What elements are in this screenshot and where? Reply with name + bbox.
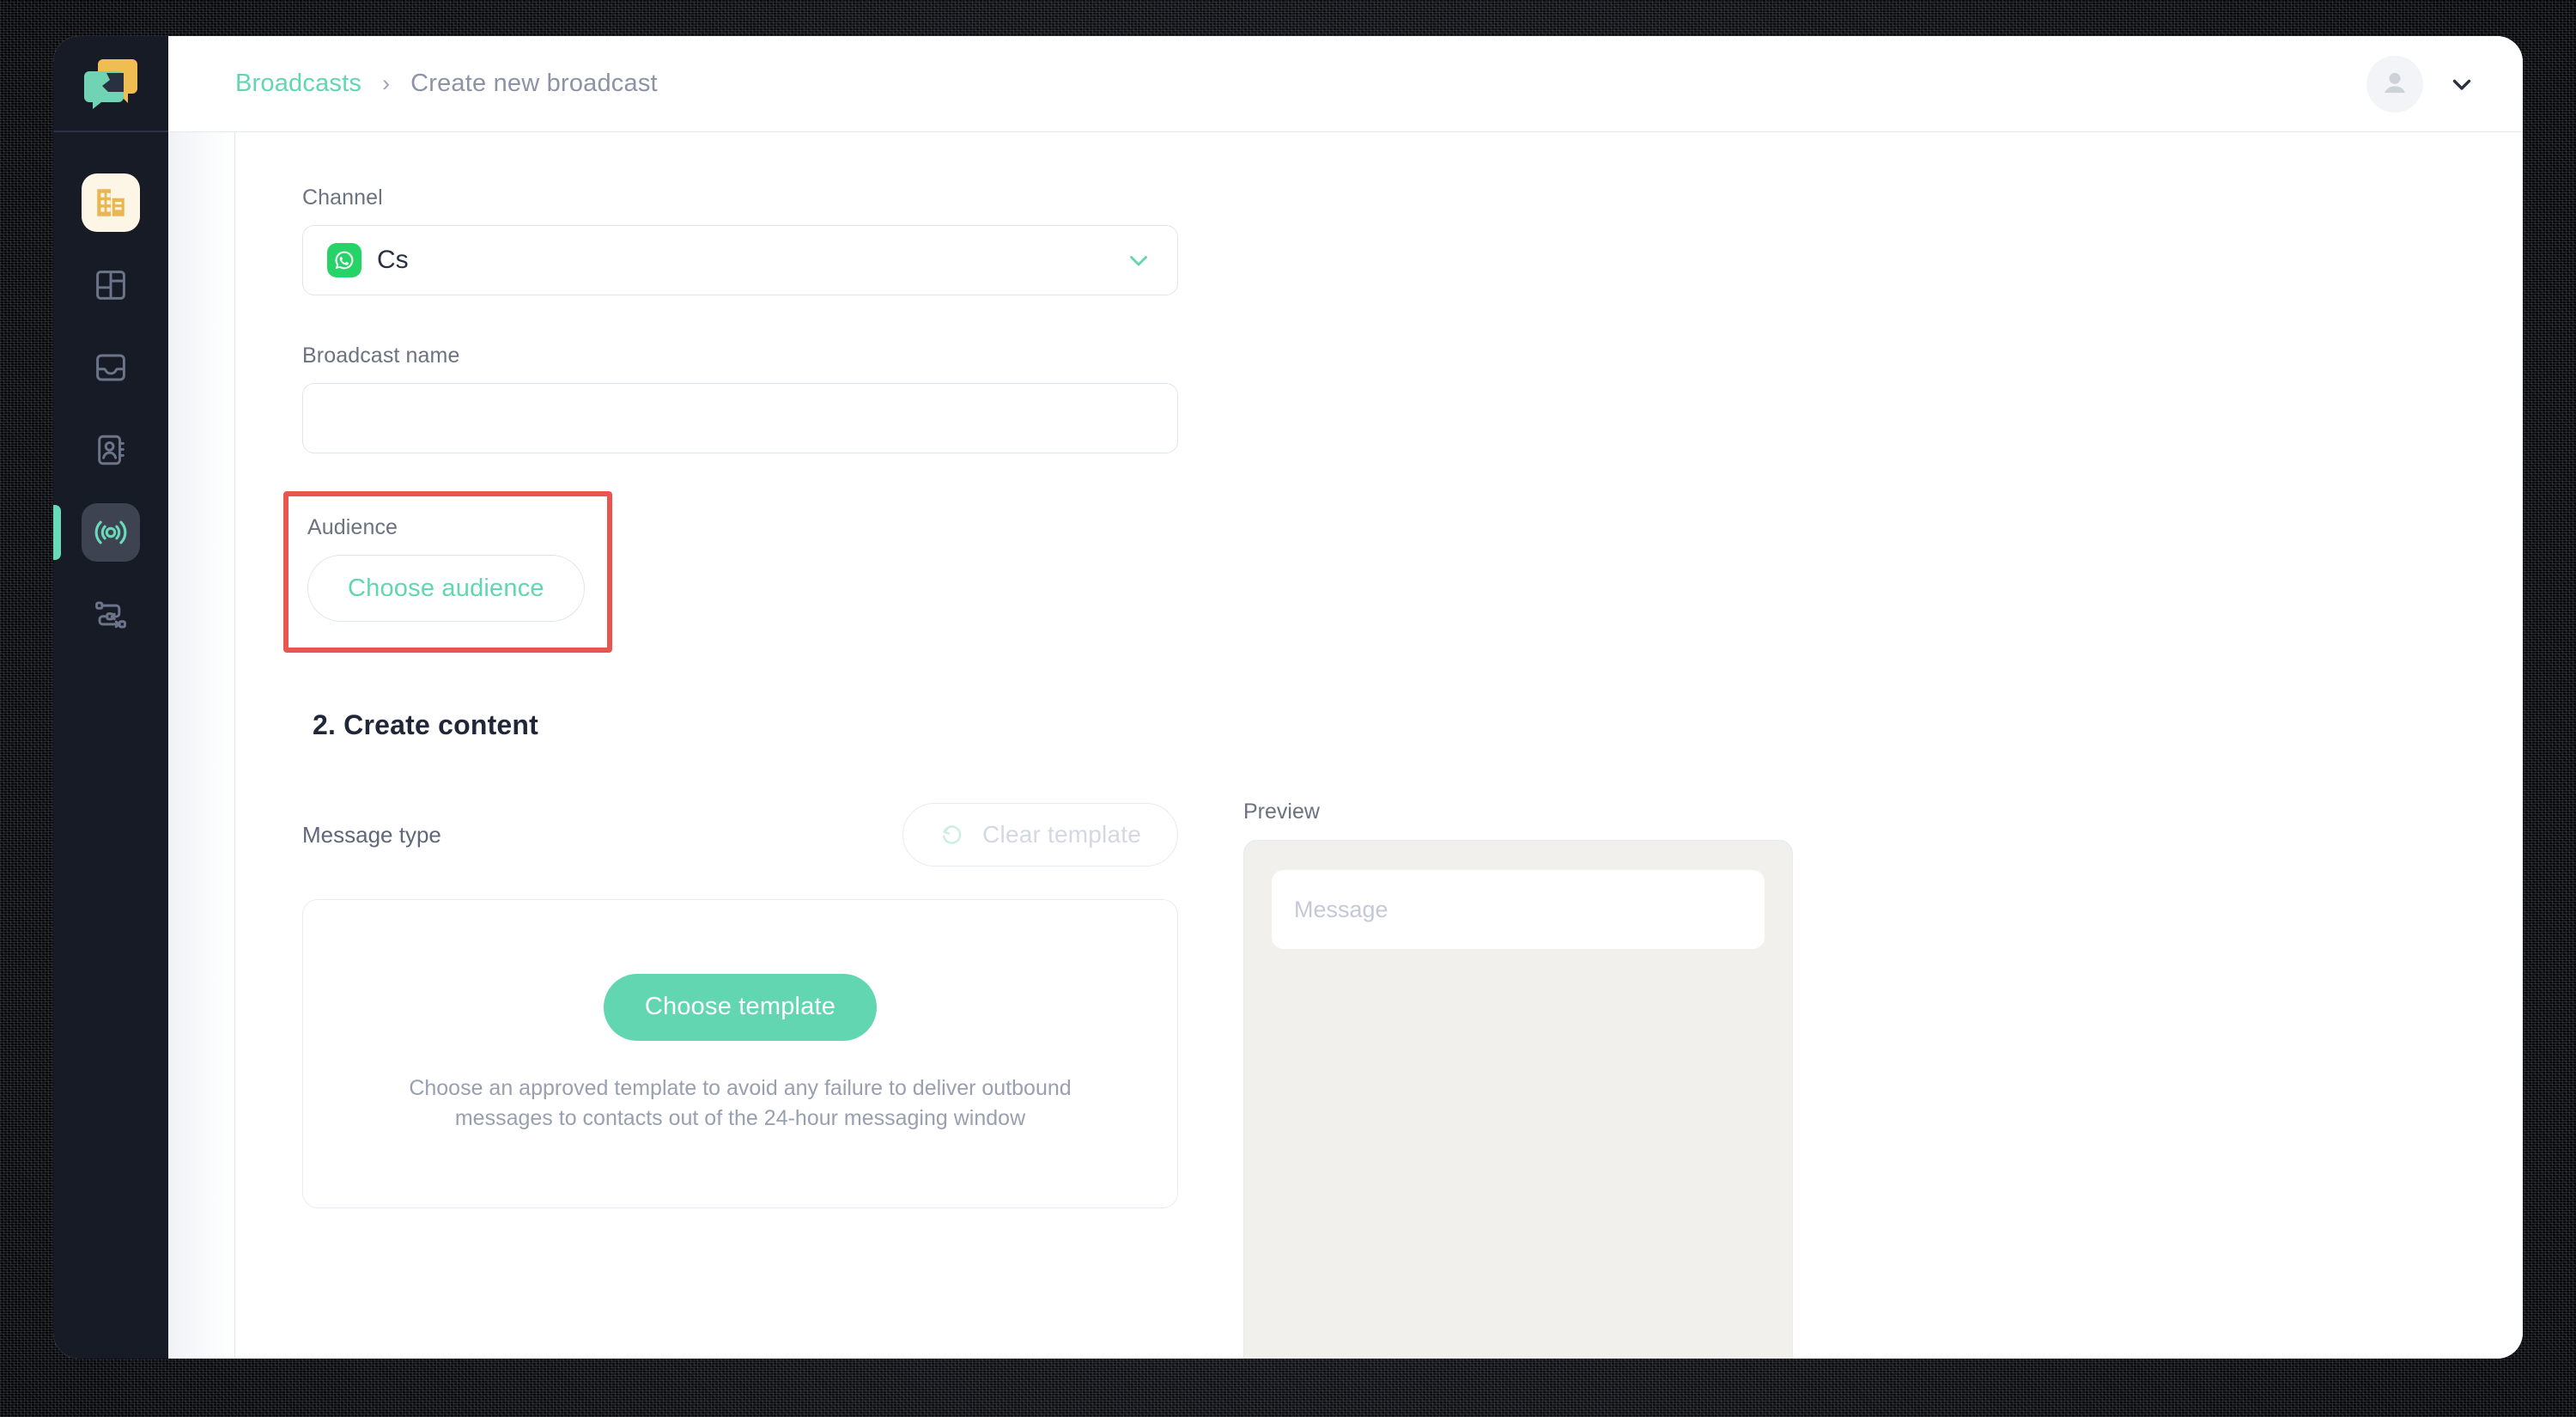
preview-panel: Message — [1243, 840, 1793, 1359]
channel-select[interactable]: Cs — [302, 225, 1178, 295]
message-type-row: Message type Clear template — [302, 800, 1178, 870]
workflow-icon — [95, 601, 126, 629]
sidebar-item-broadcasts[interactable] — [53, 491, 168, 574]
content-panel: Channel Cs Broadcast name Audience Choos… — [235, 132, 2523, 1359]
channel-field: Channel Cs — [302, 185, 2523, 295]
create-content-row: Message type Clear template Choose templ… — [302, 800, 2523, 1359]
preview-column: Preview Message — [1243, 800, 1793, 1359]
channel-value: Cs — [377, 246, 409, 274]
choose-template-button[interactable]: Choose template — [603, 973, 878, 1041]
chevron-down-icon[interactable] — [1124, 246, 1153, 275]
preview-label: Preview — [1243, 800, 1320, 824]
sidebar-nav — [53, 132, 168, 656]
contacts-book-icon — [98, 435, 125, 465]
breadcrumb-root[interactable]: Broadcasts — [235, 70, 361, 98]
template-help-text: Choose an approved template to avoid any… — [409, 1075, 1072, 1131]
broadcast-name-label: Broadcast name — [302, 344, 460, 368]
preview-message-placeholder: Message — [1294, 896, 1388, 922]
app-logo-icon — [84, 59, 137, 109]
sidebar-item-contacts[interactable] — [53, 409, 168, 491]
sidebar — [53, 36, 168, 1359]
whatsapp-icon — [327, 243, 361, 277]
user-avatar-icon — [2385, 72, 2405, 93]
sidebar-item-dashboard[interactable] — [53, 244, 168, 326]
main-area: Broadcasts › Create new broadcast Channe… — [168, 36, 2523, 1359]
chevron-down-icon[interactable] — [2447, 70, 2476, 99]
app-window: Broadcasts › Create new broadcast Channe… — [53, 36, 2523, 1359]
message-type-label: Message type — [302, 821, 441, 848]
clear-template-button[interactable]: Clear template — [902, 803, 1178, 867]
sidebar-item-company[interactable] — [53, 161, 168, 244]
audience-highlight-annotation: Audience Choose audience — [283, 491, 612, 653]
message-column: Message type Clear template Choose templ… — [302, 800, 1178, 1359]
dashboard-layout-icon — [96, 271, 125, 300]
avatar[interactable] — [2366, 55, 2423, 113]
create-content-heading: 2. Create content — [313, 709, 539, 740]
broadcast-name-input[interactable] — [302, 383, 1178, 453]
breadcrumb-separator-icon: › — [382, 70, 391, 96]
refresh-undo-icon — [943, 825, 962, 844]
body-split: Channel Cs Broadcast name Audience Choos… — [168, 132, 2523, 1359]
audience-label: Audience — [307, 515, 398, 539]
broadcast-name-field: Broadcast name — [302, 344, 2523, 453]
choose-audience-button[interactable]: Choose audience — [307, 555, 585, 622]
broadcast-icon — [94, 520, 127, 544]
breadcrumb-current: Create new broadcast — [410, 70, 658, 97]
content-gutter — [168, 132, 235, 1359]
sidebar-item-workflows[interactable] — [53, 574, 168, 656]
template-card: Choose template Choose an approved templ… — [302, 899, 1178, 1208]
channel-label: Channel — [302, 185, 383, 210]
sidebar-item-inbox[interactable] — [53, 326, 168, 409]
topbar: Broadcasts › Create new broadcast — [168, 36, 2523, 132]
preview-message-bubble: Message — [1272, 870, 1765, 949]
inbox-icon — [96, 354, 125, 381]
company-building-icon — [97, 189, 125, 216]
app-logo[interactable] — [53, 36, 168, 132]
clear-template-label: Clear template — [982, 821, 1141, 848]
topbar-right — [2366, 55, 2476, 113]
